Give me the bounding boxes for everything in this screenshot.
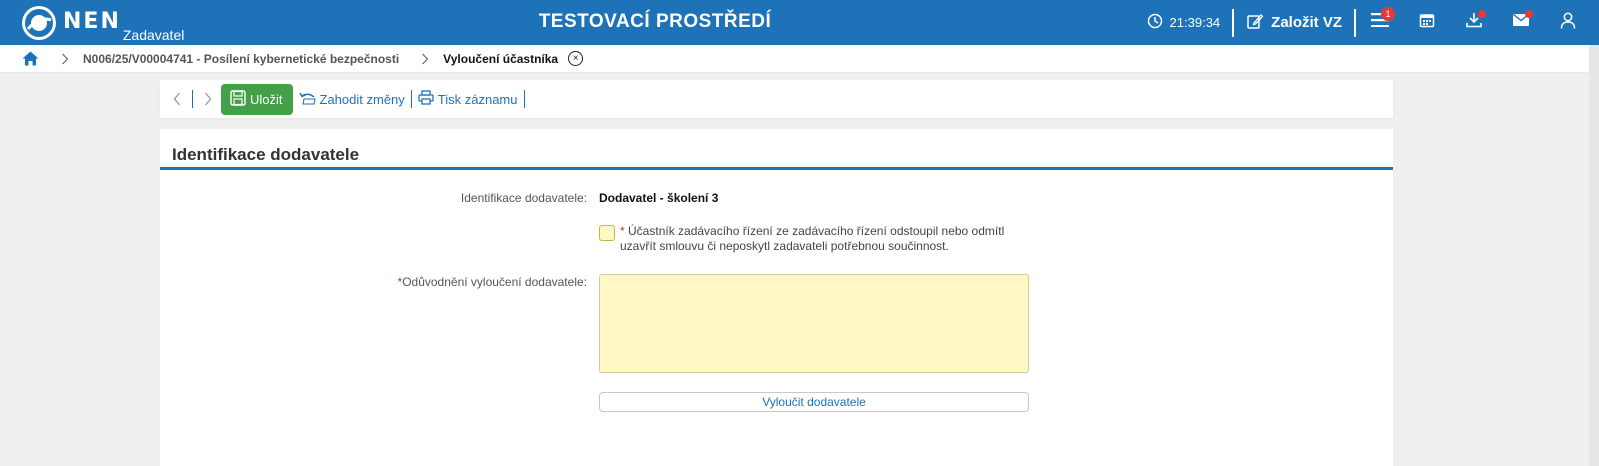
menu-button[interactable]: 1: [1356, 0, 1403, 45]
notification-badge: 1: [1381, 7, 1395, 21]
calendar-button[interactable]: [1403, 0, 1450, 45]
discard-label: Zahodit změny: [319, 91, 405, 107]
print-label: Tisk záznamu: [437, 91, 518, 107]
toolbar-divider: [410, 90, 412, 108]
exclusion-reason-textarea[interactable]: [599, 274, 1029, 373]
toolbar-divider: [523, 90, 525, 108]
withdrawal-checkbox[interactable]: [599, 225, 615, 241]
user-icon: [1560, 12, 1576, 34]
breadcrumb-item-current: Vyloučení účastníka: [443, 51, 559, 66]
environment-title: TESTOVACÍ PROSTŘEDÍ: [538, 11, 772, 32]
create-tender-button[interactable]: Založit VZ: [1234, 12, 1354, 34]
breadcrumb: N006/25/V00004741 - Posílení kybernetick…: [0, 45, 1599, 73]
session-clock: 21:39:34: [1147, 13, 1233, 32]
supplier-label: Identifikace dodavatele:: [460, 191, 587, 205]
calendar-icon: [1419, 12, 1435, 33]
save-button[interactable]: Uložit: [221, 83, 293, 115]
undo-icon: [298, 91, 316, 108]
print-record-button[interactable]: Tisk záznamu: [418, 90, 518, 108]
close-icon[interactable]: ×: [568, 51, 584, 66]
edit-icon: [1246, 12, 1264, 34]
chevron-right-icon: [421, 53, 429, 65]
previous-record-icon[interactable]: [168, 92, 186, 106]
downloads-button[interactable]: [1450, 0, 1497, 45]
clock-icon: [1147, 13, 1163, 32]
top-bar: NEN Zadavatel TESTOVACÍ PROSTŘEDÍ 21:39:…: [0, 0, 1599, 45]
downloads-dot: [1478, 10, 1486, 18]
supplier-identification-panel: Identifikace dodavatele Identifikace dod…: [160, 129, 1393, 466]
discard-changes-button[interactable]: Zahodit změny: [298, 91, 405, 108]
user-button[interactable]: [1544, 0, 1591, 45]
exclude-supplier-button[interactable]: Vyloučit dodavatele: [599, 392, 1029, 412]
supplier-value: Dodavatel - školení 3: [599, 191, 719, 205]
home-icon[interactable]: [22, 51, 39, 66]
next-record-icon[interactable]: [199, 92, 217, 106]
withdrawal-checkbox-row: * Účastník zadávacího řízení ze zadávací…: [599, 224, 1030, 254]
floppy-disk-icon: [230, 89, 246, 109]
reason-label: *Odůvodnění vyloučení dodavatele:: [397, 275, 587, 289]
section-title: Identifikace dodavatele: [160, 129, 1393, 170]
save-label: Uložit: [250, 91, 283, 107]
page-scrollbar[interactable]: [1589, 45, 1599, 466]
breadcrumb-item-tender[interactable]: N006/25/V00004741 - Posílení kybernetick…: [83, 52, 399, 66]
create-tender-label: Založit VZ: [1271, 14, 1342, 31]
messages-dot: [1525, 10, 1533, 18]
withdrawal-checkbox-label: * Účastník zadávacího řízení ze zadávací…: [620, 224, 1005, 253]
clock-time: 21:39:34: [1169, 15, 1221, 30]
record-toolbar: Uložit Zahodit změny Tisk záznamu: [160, 80, 1393, 118]
toolbar-divider: [192, 90, 193, 108]
printer-icon: [418, 90, 434, 108]
chevron-right-icon: [61, 53, 69, 65]
messages-button[interactable]: [1497, 0, 1544, 45]
